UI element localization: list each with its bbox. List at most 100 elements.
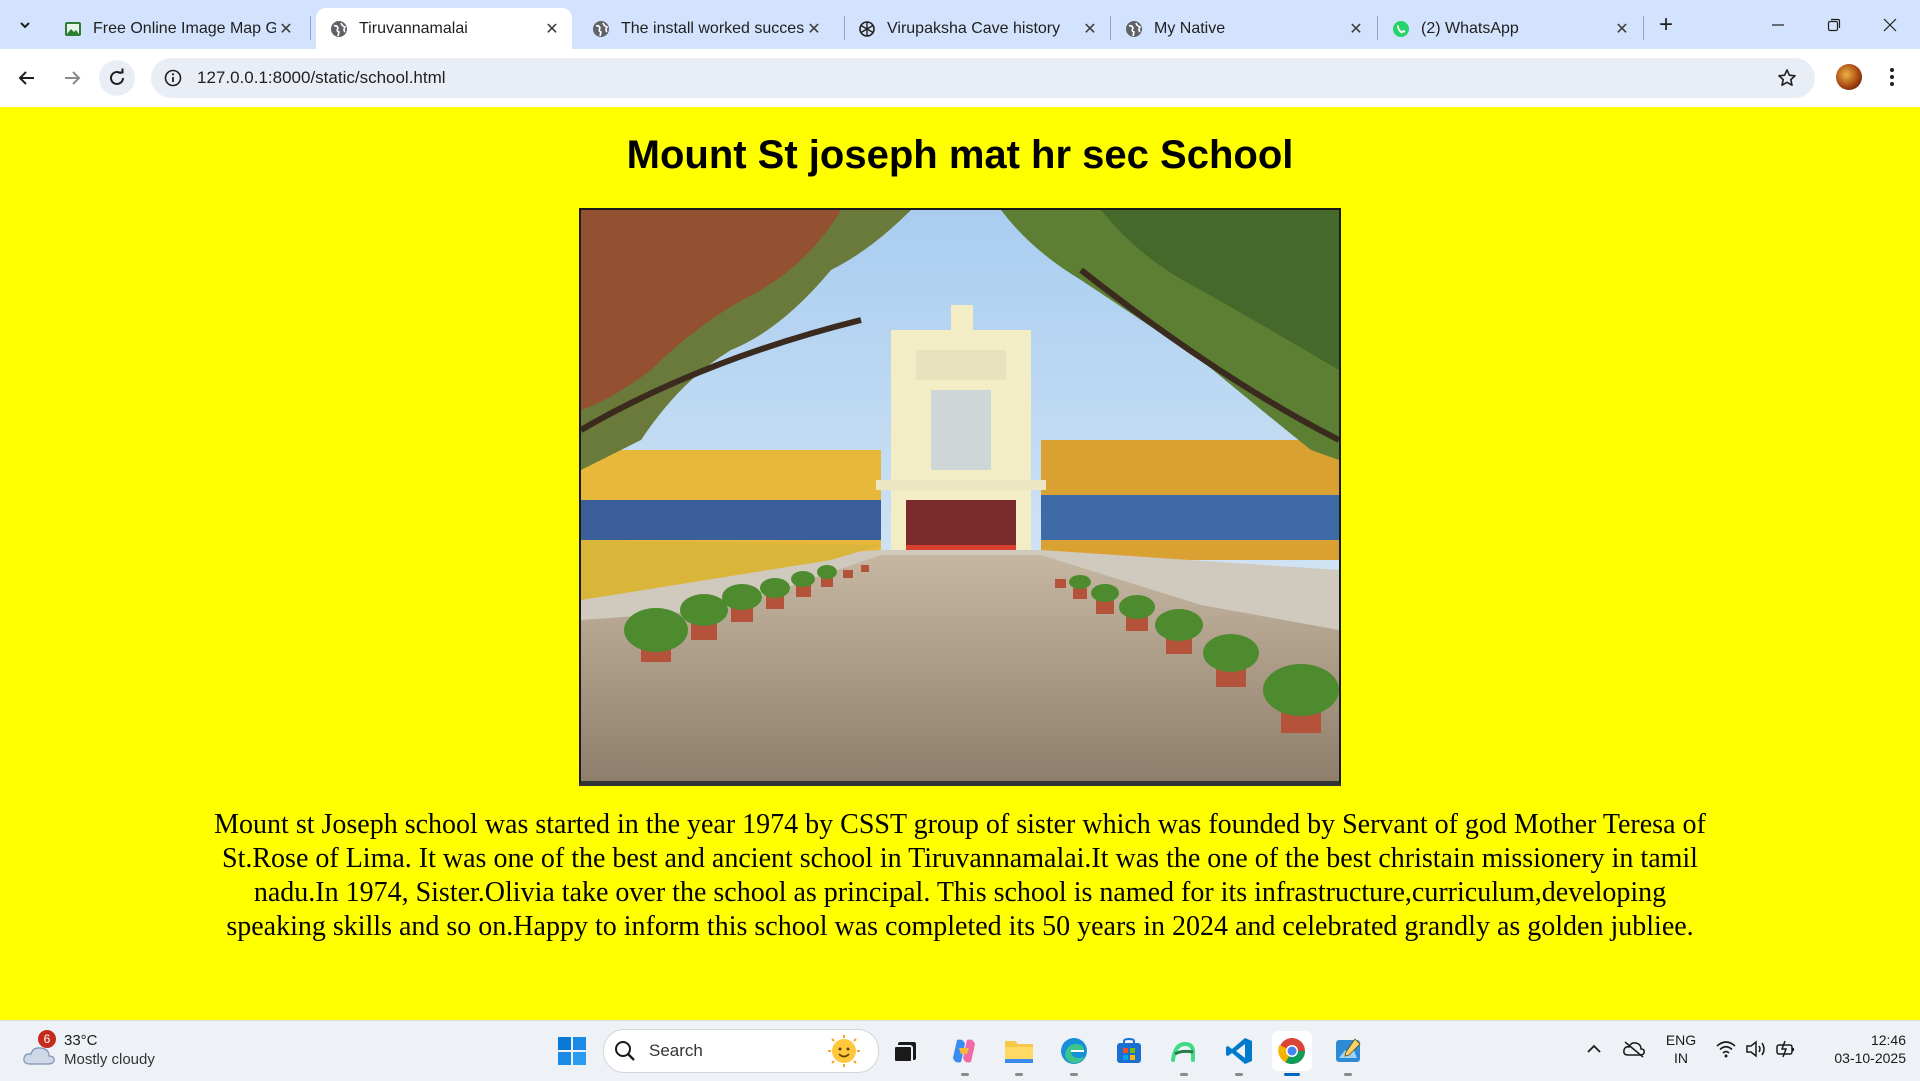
restore-button[interactable] bbox=[1806, 0, 1862, 49]
tab-image-map[interactable]: Free Online Image Map Ge ✕ bbox=[50, 8, 306, 49]
new-tab-button[interactable]: + bbox=[1652, 11, 1680, 39]
more-vert-icon bbox=[1890, 68, 1894, 86]
taskbar-search-box[interactable]: Search bbox=[603, 1029, 879, 1073]
task-view-button[interactable] bbox=[885, 1031, 925, 1071]
chevron-up-icon bbox=[1587, 1044, 1601, 1053]
edge-button[interactable] bbox=[1054, 1031, 1094, 1071]
school-description: Mount st Joseph school was started in th… bbox=[214, 809, 1706, 942]
reload-button[interactable] bbox=[99, 60, 135, 96]
volume-control[interactable] bbox=[1744, 1034, 1768, 1064]
plus-icon: + bbox=[1658, 11, 1673, 38]
tab-title: The install worked successf bbox=[621, 19, 804, 37]
battery-status[interactable] bbox=[1774, 1034, 1798, 1064]
close-icon[interactable]: ✕ bbox=[804, 19, 824, 39]
close-icon[interactable]: ✕ bbox=[1612, 19, 1632, 39]
language-code: ENG bbox=[1665, 1032, 1697, 1048]
vscode-button[interactable] bbox=[1219, 1031, 1259, 1071]
tab-search-button[interactable] bbox=[9, 10, 41, 40]
start-button[interactable] bbox=[552, 1031, 592, 1071]
forward-button[interactable] bbox=[54, 60, 90, 96]
weather-condition: Mostly cloudy bbox=[64, 1051, 155, 1068]
windows-logo-icon bbox=[558, 1037, 586, 1065]
close-icon[interactable]: ✕ bbox=[1346, 19, 1366, 39]
active-app-indicator bbox=[1284, 1073, 1300, 1076]
wifi-icon bbox=[1716, 1041, 1736, 1058]
tab-install-worked[interactable]: The install worked successf ✕ bbox=[578, 8, 834, 49]
restore-icon bbox=[1827, 18, 1841, 31]
input-language-indicator[interactable]: ENG IN bbox=[1662, 1031, 1700, 1067]
reload-icon bbox=[110, 68, 124, 85]
edge-icon bbox=[1061, 1038, 1087, 1064]
arrow-right-icon bbox=[65, 71, 81, 85]
wifi-status[interactable] bbox=[1714, 1034, 1738, 1064]
close-icon[interactable]: ✕ bbox=[542, 19, 562, 39]
back-button[interactable] bbox=[9, 60, 45, 96]
tab-whatsapp[interactable]: (2) WhatsApp ✕ bbox=[1378, 8, 1642, 49]
tab-title: Virupaksha Cave history bbox=[887, 19, 1061, 37]
show-hidden-icons-button[interactable] bbox=[1582, 1034, 1606, 1064]
speaker-icon bbox=[1746, 1040, 1765, 1058]
close-icon[interactable]: ✕ bbox=[276, 19, 296, 39]
weather-alert-badge: 6 bbox=[38, 1030, 56, 1048]
school-photo bbox=[579, 208, 1341, 786]
arrow-left-icon bbox=[18, 71, 34, 85]
browser-menu-button[interactable] bbox=[1880, 65, 1904, 89]
running-indicator bbox=[961, 1073, 969, 1076]
taskbar-search-placeholder: Search bbox=[649, 1041, 703, 1060]
chrome-button[interactable] bbox=[1272, 1031, 1312, 1071]
tab-virupaksha[interactable]: Virupaksha Cave history ✕ bbox=[844, 8, 1110, 49]
profile-avatar[interactable] bbox=[1836, 64, 1862, 90]
task-view-icon bbox=[893, 1042, 916, 1063]
minimize-icon bbox=[1772, 23, 1784, 26]
file-explorer-icon bbox=[1005, 1041, 1033, 1063]
weather-temperature: 33°C bbox=[64, 1032, 98, 1049]
weather-widget[interactable]: 6 33°C Mostly cloudy bbox=[22, 1030, 182, 1072]
tab-title: My Native bbox=[1154, 19, 1226, 37]
language-region: IN bbox=[1674, 1050, 1688, 1066]
copilot-icon bbox=[953, 1039, 975, 1063]
tab-divider bbox=[1643, 16, 1644, 40]
paint-button[interactable] bbox=[1328, 1031, 1368, 1071]
globe-icon bbox=[330, 20, 348, 38]
file-explorer-button[interactable] bbox=[999, 1031, 1039, 1071]
microsoft-store-button[interactable] bbox=[1109, 1031, 1149, 1071]
battery-charging-icon bbox=[1776, 1040, 1794, 1058]
bookmark-star-icon[interactable] bbox=[1775, 66, 1799, 90]
page-heading: Mount St joseph mat hr sec School bbox=[626, 133, 1294, 177]
site-info-icon[interactable] bbox=[161, 66, 185, 90]
close-icon[interactable]: ✕ bbox=[1080, 19, 1100, 39]
close-window-button[interactable] bbox=[1862, 0, 1918, 49]
clock-time: 12:46 bbox=[1870, 1032, 1906, 1048]
clock-date: 03-10-2025 bbox=[1834, 1050, 1906, 1066]
taskbar-clock[interactable]: 12:46 03-10-2025 bbox=[1810, 1031, 1906, 1067]
whatsapp-icon bbox=[1392, 20, 1410, 38]
onedrive-status[interactable] bbox=[1620, 1034, 1648, 1064]
image-icon bbox=[64, 20, 82, 38]
browser-toolbar: 127.0.0.1:8000/static/school.html bbox=[0, 49, 1920, 107]
copilot-button[interactable] bbox=[944, 1031, 984, 1071]
minimize-button[interactable] bbox=[1750, 0, 1806, 49]
tab-my-native[interactable]: My Native ✕ bbox=[1111, 8, 1376, 49]
search-icon bbox=[615, 1041, 635, 1061]
openai-icon bbox=[858, 20, 876, 38]
windows-taskbar: 6 33°C Mostly cloudy Search ENG IN 12:46… bbox=[0, 1020, 1920, 1081]
running-indicator bbox=[1015, 1073, 1023, 1076]
running-indicator bbox=[1180, 1073, 1188, 1076]
close-icon bbox=[1883, 18, 1897, 31]
sun-face-icon bbox=[828, 1035, 860, 1067]
tab-divider bbox=[310, 16, 311, 40]
vscode-icon bbox=[1226, 1038, 1252, 1064]
url-text[interactable]: 127.0.0.1:8000/static/school.html bbox=[197, 68, 446, 88]
tab-title: (2) WhatsApp bbox=[1421, 19, 1519, 37]
tab-title: Tiruvannamalai bbox=[359, 19, 468, 37]
running-indicator bbox=[1070, 1073, 1078, 1076]
tab-tiruvannamalai[interactable]: Tiruvannamalai ✕ bbox=[316, 8, 572, 49]
android-studio-button[interactable] bbox=[1164, 1031, 1204, 1071]
globe-icon bbox=[1125, 20, 1143, 38]
address-bar[interactable]: 127.0.0.1:8000/static/school.html bbox=[151, 58, 1815, 98]
android-studio-icon bbox=[1171, 1041, 1195, 1062]
cloud-offline-icon bbox=[1623, 1041, 1645, 1058]
chrome-icon bbox=[1278, 1038, 1306, 1065]
paint-icon bbox=[1336, 1038, 1361, 1062]
globe-icon bbox=[592, 20, 610, 38]
